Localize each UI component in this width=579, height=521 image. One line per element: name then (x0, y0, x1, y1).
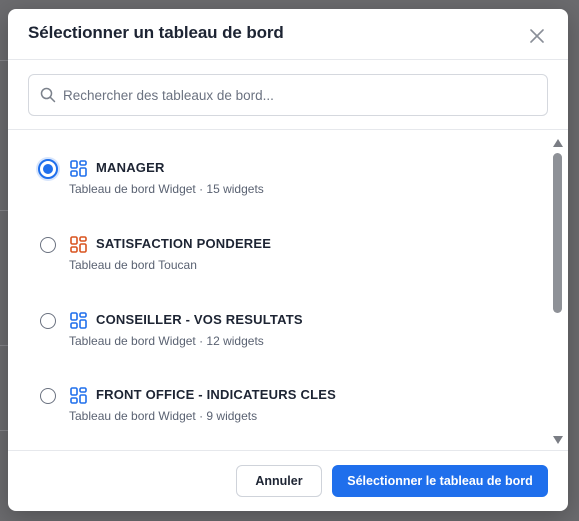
dashboard-list: MANAGER Tableau de bord Widget · 15 widg… (8, 129, 568, 449)
dashboard-description: Tableau de bord Widget · 9 widgets (69, 409, 258, 423)
dashboard-option-front-office[interactable]: FRONT OFFICE - INDICATEURS CLES Tableau … (8, 373, 548, 443)
cancel-button[interactable]: Annuler (236, 465, 322, 497)
background-divider (0, 60, 8, 61)
select-dashboard-dialog: Sélectionner un tableau de bord MANAGER … (8, 9, 568, 511)
radio-unselected[interactable] (40, 313, 56, 329)
radio-unselected[interactable] (40, 388, 56, 404)
dashboard-name: FRONT OFFICE - INDICATEURS CLES (96, 387, 336, 402)
list-scrollbar[interactable] (551, 135, 563, 447)
dashboard-name: CONSEILLER - VOS RESULTATS (96, 312, 303, 327)
widget-grid-icon (70, 312, 87, 329)
radio-selected[interactable] (38, 159, 58, 179)
background-divider (0, 210, 8, 211)
dashboard-option-manager[interactable]: MANAGER Tableau de bord Widget · 15 widg… (8, 148, 548, 218)
dashboard-description: Tableau de bord Widget · 15 widgets (69, 182, 264, 196)
select-dashboard-button[interactable]: Sélectionner le tableau de bord (332, 465, 548, 497)
scrollbar-thumb[interactable] (553, 153, 562, 313)
toucan-grid-icon (70, 236, 87, 253)
search-box (28, 74, 548, 116)
dialog-footer: Annuler Sélectionner le tableau de bord (8, 450, 568, 511)
search-input[interactable] (63, 75, 539, 115)
scroll-down-arrow-icon[interactable] (553, 436, 563, 444)
close-button[interactable] (525, 24, 549, 48)
dashboard-option-satisfaction[interactable]: SATISFACTION PONDEREE Tableau de bord To… (8, 223, 548, 293)
dialog-header: Sélectionner un tableau de bord (8, 9, 568, 60)
scroll-up-arrow-icon[interactable] (553, 139, 563, 147)
dashboard-option-conseiller[interactable]: CONSEILLER - VOS RESULTATS Tableau de bo… (8, 298, 548, 368)
dialog-title: Sélectionner un tableau de bord (28, 23, 284, 42)
dashboard-description: Tableau de bord Widget · 12 widgets (69, 334, 264, 348)
dashboard-description: Tableau de bord Toucan (69, 258, 197, 272)
dashboard-name: SATISFACTION PONDEREE (96, 236, 272, 251)
dashboard-name: MANAGER (96, 160, 165, 175)
radio-unselected[interactable] (40, 237, 56, 253)
widget-grid-icon (70, 387, 87, 404)
widget-grid-icon (70, 160, 87, 177)
close-icon (530, 29, 544, 43)
search-icon (40, 87, 56, 103)
background-divider (0, 345, 8, 346)
background-divider (0, 430, 8, 431)
